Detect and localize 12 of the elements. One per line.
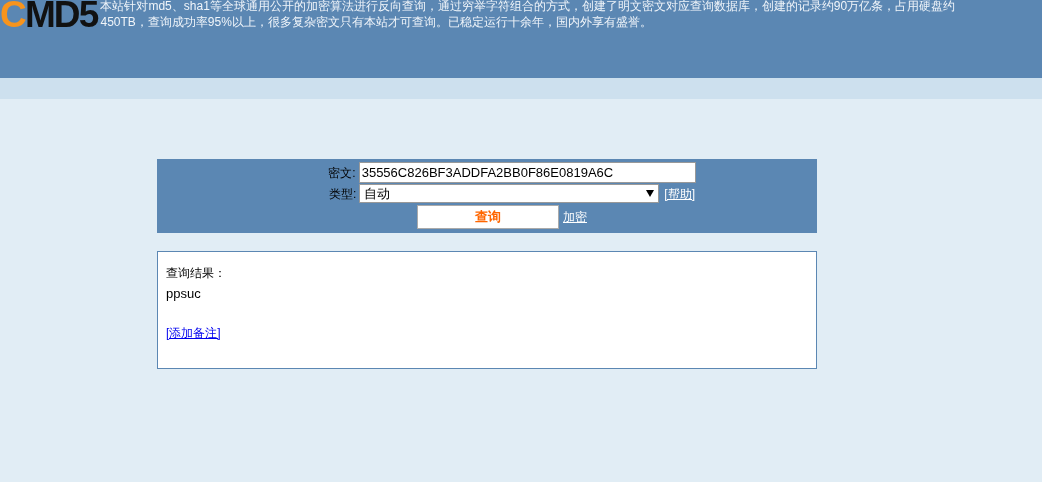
site-description: 本站针对md5、sha1等全球通用公开的加密算法进行反向查询，通过穷举字符组合的方式，创建了明文密文对应查询数据库，创建的记录约90万亿条，占用硬盘约450TB，查询成功率95%以上，很多复杂密文只有本站才可查询。已稳定运行十余年，国内外享有盛誉。 xyxy=(100,0,957,30)
encrypt-link[interactable]: 加密 xyxy=(563,208,587,226)
result-title: 查询结果： xyxy=(166,265,227,282)
type-label: 类型: xyxy=(329,185,357,203)
help-link[interactable]: [帮助] xyxy=(664,184,695,203)
result-value: ppsuc xyxy=(166,285,202,303)
cipher-label: 密文: xyxy=(328,164,356,182)
dropdown-arrow-icon xyxy=(646,190,655,197)
type-select[interactable]: 自动 xyxy=(359,184,660,203)
cipher-input[interactable]: 35556C826BF3ADDFA2BB0F86E0819A6C xyxy=(358,162,696,183)
site-logo: CMD5 xyxy=(0,0,99,34)
add-note-link[interactable]: [添加备注] xyxy=(166,323,221,342)
